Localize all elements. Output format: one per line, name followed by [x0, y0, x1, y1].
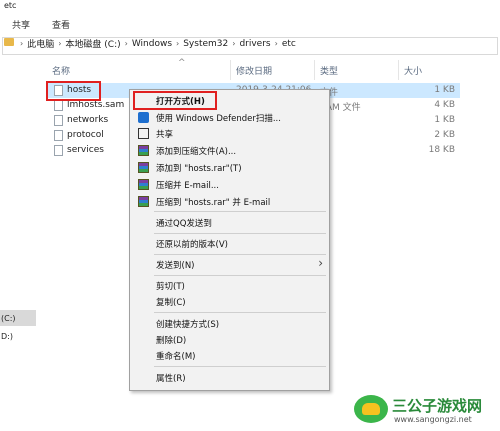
chevron-right-icon[interactable]: ›: [20, 39, 23, 48]
menu-item-send-via-qq[interactable]: 通过QQ发送到: [130, 214, 329, 232]
hosts-highlight-box: [46, 81, 101, 101]
file-icon: [54, 100, 63, 111]
column-header-size[interactable]: 大小: [404, 64, 422, 77]
menu-item-label: 剪切(T): [156, 282, 185, 292]
breadcrumb-this-pc[interactable]: 此电脑: [27, 37, 54, 50]
breadcrumb-windows[interactable]: Windows: [132, 39, 172, 49]
watermark-text: 三公子游戏网: [392, 397, 483, 415]
menu-item-properties[interactable]: 属性(R): [130, 369, 329, 387]
menu-separator: [154, 275, 326, 276]
column-header-date[interactable]: 修改日期: [236, 64, 272, 77]
column-divider[interactable]: [314, 60, 315, 80]
file-name: protocol: [67, 130, 104, 140]
defender-shield-icon: [138, 112, 149, 123]
menu-item-label: 添加到 "hosts.rar"(T): [156, 164, 242, 174]
menu-separator: [154, 254, 326, 255]
breadcrumb-system32[interactable]: System32: [183, 39, 228, 49]
file-size: 4 KB: [434, 100, 455, 110]
share-icon: [138, 128, 149, 139]
menu-item-copy[interactable]: 复制(C): [130, 293, 329, 311]
file-name: networks: [67, 115, 109, 125]
menu-item-label: 复制(C): [156, 298, 186, 308]
menu-item-label: 使用 Windows Defender扫描...: [156, 114, 281, 124]
menu-item-send-to[interactable]: 发送到(N) ›: [130, 256, 329, 274]
window-title: etc: [4, 1, 17, 10]
file-name: lmhosts.sam: [67, 100, 125, 110]
navigation-pane: (C:) D:): [0, 58, 44, 431]
watermark: 三公子游戏网 www.sangongzi.net: [354, 393, 494, 427]
menu-item-share[interactable]: 共享: [130, 125, 329, 143]
file-size: 1 KB: [434, 85, 455, 95]
menu-separator: [154, 312, 326, 313]
ribbon-tab-view[interactable]: 查看: [52, 18, 70, 31]
menu-item-label: 属性(R): [156, 374, 186, 384]
chevron-right-icon[interactable]: ›: [275, 39, 278, 48]
winrar-icon: [138, 145, 149, 156]
menu-item-label: 还原以前的版本(V): [156, 240, 228, 250]
column-divider[interactable]: [230, 60, 231, 80]
menu-item-label: 压缩并 E-mail...: [156, 181, 219, 191]
menu-item-label: 通过QQ发送到: [156, 219, 212, 229]
breadcrumb-drivers[interactable]: drivers: [239, 39, 270, 49]
file-icon: [54, 130, 63, 141]
menu-item-label: 压缩到 "hosts.rar" 并 E-mail: [156, 198, 271, 208]
file-icon: [54, 145, 63, 156]
title-bar: etc: [0, 0, 500, 14]
menu-item-compress-to-hosts-rar-email[interactable]: 压缩到 "hosts.rar" 并 E-mail: [130, 193, 329, 211]
ribbon-tab-share[interactable]: 共享: [12, 18, 30, 31]
submenu-arrow-icon: ›: [318, 256, 323, 270]
column-header-type[interactable]: 类型: [320, 64, 338, 77]
menu-separator: [154, 211, 326, 212]
menu-item-compress-email[interactable]: 压缩并 E-mail...: [130, 176, 329, 194]
file-size: 2 KB: [434, 130, 455, 140]
open-with-highlight-box: [133, 91, 217, 110]
breadcrumb: › 此电脑 › 本地磁盘 (C:) › Windows › System32 ›…: [20, 37, 296, 51]
context-menu: 打开方式(H) 使用 Windows Defender扫描... 共享 添加到压…: [129, 89, 330, 391]
menu-separator: [154, 233, 326, 234]
chevron-right-icon[interactable]: ›: [232, 39, 235, 48]
nav-item-d-drive[interactable]: D:): [1, 332, 13, 341]
winrar-icon: [138, 179, 149, 190]
column-header-name[interactable]: 名称: [52, 64, 70, 77]
file-name: services: [67, 145, 104, 155]
menu-item-add-to-hosts-rar[interactable]: 添加到 "hosts.rar"(T): [130, 159, 329, 177]
menu-separator: [154, 366, 326, 367]
watermark-url: www.sangongzi.net: [394, 415, 472, 424]
menu-item-label: 创建快捷方式(S): [156, 320, 220, 330]
menu-item-label: 共享: [156, 130, 174, 140]
menu-item-rename[interactable]: 重命名(M): [130, 347, 329, 365]
menu-item-add-to-archive[interactable]: 添加到压缩文件(A)...: [130, 142, 329, 160]
column-divider[interactable]: [398, 60, 399, 80]
breadcrumb-local-disk[interactable]: 本地磁盘 (C:): [65, 37, 120, 50]
chevron-right-icon[interactable]: ›: [58, 39, 61, 48]
menu-item-label: 发送到(N): [156, 261, 195, 271]
file-size: 18 KB: [428, 145, 455, 155]
menu-item-label: 重命名(M): [156, 352, 196, 362]
sort-chevron-icon: ^: [178, 58, 186, 68]
ribbon: 共享 查看: [0, 14, 500, 35]
menu-item-label: 删除(D): [156, 336, 187, 346]
folder-icon: [4, 38, 14, 46]
chevron-right-icon[interactable]: ›: [125, 39, 128, 48]
chevron-right-icon[interactable]: ›: [176, 39, 179, 48]
menu-item-label: 添加到压缩文件(A)...: [156, 147, 237, 157]
winrar-icon: [138, 162, 149, 173]
menu-item-restore-previous-versions[interactable]: 还原以前的版本(V): [130, 235, 329, 253]
winrar-icon: [138, 196, 149, 207]
nav-item-c-drive[interactable]: (C:): [1, 314, 16, 323]
address-bar[interactable]: › 此电脑 › 本地磁盘 (C:) › Windows › System32 ›…: [0, 34, 500, 58]
watermark-logo-icon: [354, 395, 388, 423]
breadcrumb-etc[interactable]: etc: [282, 39, 296, 49]
file-icon: [54, 115, 63, 126]
file-size: 1 KB: [434, 115, 455, 125]
